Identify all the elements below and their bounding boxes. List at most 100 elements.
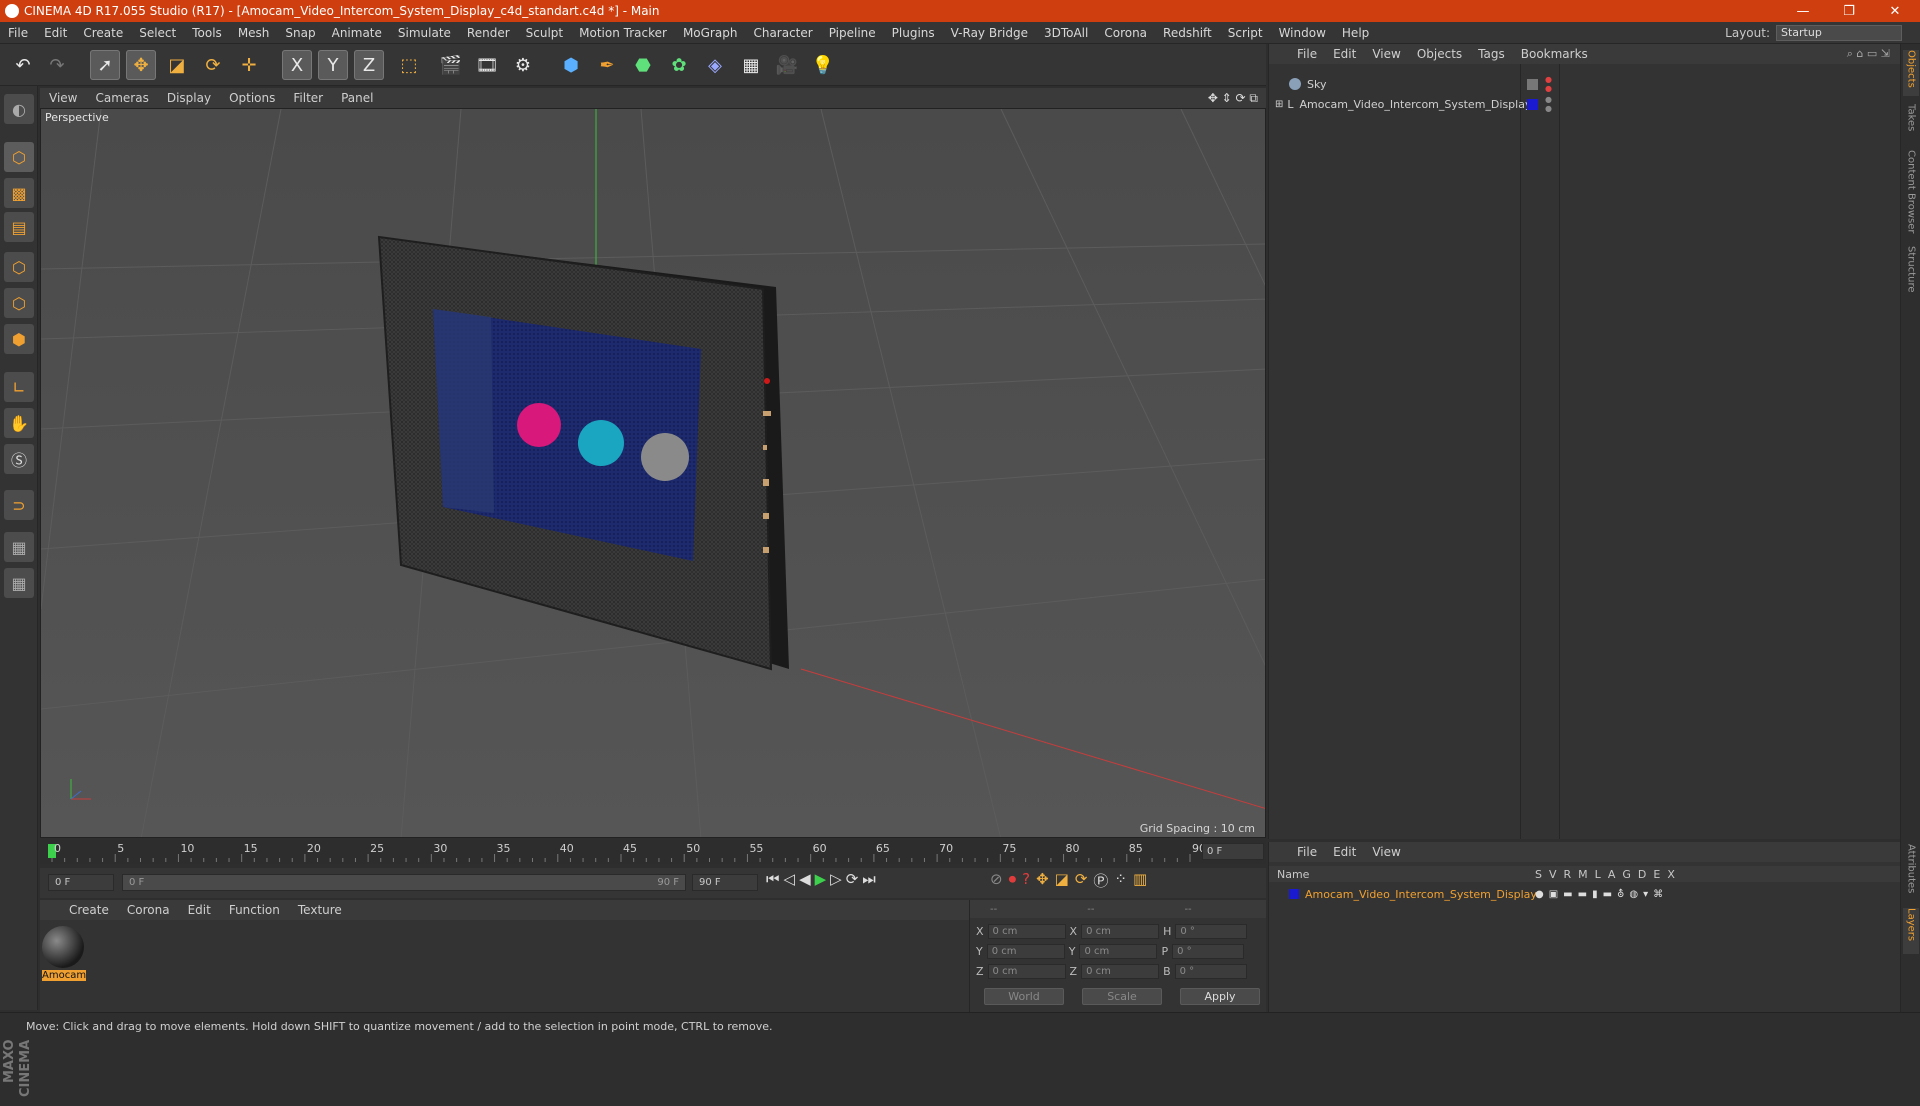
menu-sculpt[interactable]: Sculpt [518, 26, 571, 40]
go-to-start-icon[interactable]: ⏮ [766, 870, 780, 888]
material-swatch[interactable]: Amocam [42, 926, 86, 984]
menu-tools[interactable]: Tools [184, 26, 230, 40]
menu-animate[interactable]: Animate [324, 26, 390, 40]
sky-visibility-dots[interactable]: ● ● [1545, 75, 1552, 93]
previous-key-icon[interactable]: ◁ [784, 870, 796, 888]
deformer-icon[interactable]: ◈ [700, 50, 730, 80]
edit-render-settings-icon[interactable]: ⚙ [508, 50, 538, 80]
material-menu-corona[interactable]: Corona [118, 903, 179, 917]
model-mode-icon[interactable]: ◐ [4, 94, 34, 124]
rotation-b-field[interactable]: 0 ° [1174, 963, 1247, 979]
position-z-field[interactable]: 0 cm [987, 963, 1066, 979]
y-axis-icon[interactable]: Y [318, 50, 348, 80]
play-icon[interactable]: ▶ [815, 870, 827, 888]
select-icon[interactable]: ➚ [90, 50, 120, 80]
tweak-mode-icon[interactable]: ✋ [4, 408, 34, 438]
object-menu-edit[interactable]: Edit [1325, 47, 1364, 61]
layer-col-a[interactable]: A [1608, 868, 1616, 881]
polygons-mode-icon[interactable]: ⬢ [4, 324, 34, 354]
size-z-field[interactable]: 0 cm [1081, 963, 1160, 979]
layer-col-m[interactable]: M [1578, 868, 1588, 881]
layer-col-g[interactable]: G [1622, 868, 1631, 881]
menu-plugins[interactable]: Plugins [884, 26, 943, 40]
menu-window[interactable]: Window [1271, 26, 1334, 40]
camera-icon[interactable]: 🎥 [772, 50, 802, 80]
menu-snap[interactable]: Snap [277, 26, 323, 40]
object-row-sky[interactable]: Sky ● ● [1269, 74, 1552, 94]
layer-color-swatch[interactable] [1289, 889, 1299, 899]
start-frame-field[interactable]: 0 F [48, 874, 114, 891]
menu-pipeline[interactable]: Pipeline [821, 26, 884, 40]
menu-render[interactable]: Render [459, 26, 518, 40]
object-menu-view[interactable]: View [1364, 47, 1408, 61]
move-icon[interactable]: ✥ [126, 50, 156, 80]
timeline-window-icon[interactable]: ▥ [1133, 870, 1147, 891]
tab-attributes[interactable]: Attributes [1903, 844, 1919, 902]
coord-system-icon[interactable]: ⬚ [394, 50, 424, 80]
position-x-field[interactable]: 0 cm [987, 923, 1066, 939]
pen-icon[interactable]: ✒ [592, 50, 622, 80]
floor-icon[interactable]: ▦ [736, 50, 766, 80]
rotation-p-field[interactable]: 0 ° [1172, 943, 1245, 959]
object-mode-icon[interactable]: ⬡ [4, 142, 34, 172]
object-row-amocam[interactable]: ⊞ L Amocam_Video_Intercom_System_Display… [1269, 94, 1552, 114]
axis-mode-icon[interactable]: ∟ [4, 372, 34, 402]
expand-icon[interactable]: ⊞ [1275, 99, 1283, 110]
tab-layers[interactable]: Layers [1903, 908, 1919, 954]
scale-icon[interactable]: ◪ [162, 50, 192, 80]
layer-row[interactable]: Amocam_Video_Intercom_System_Display ●▣▬… [1269, 884, 1901, 904]
object-menu-file[interactable]: File [1289, 47, 1325, 61]
menu-create[interactable]: Create [75, 26, 131, 40]
object-menu-tags[interactable]: Tags [1470, 47, 1513, 61]
layer-menu-file[interactable]: File [1289, 845, 1325, 859]
object-visibility-dots[interactable]: ● ● [1545, 95, 1552, 113]
sky-tag-icon[interactable] [1527, 78, 1538, 90]
texture-mode-icon[interactable]: ▩ [4, 178, 34, 208]
object-manager-search-icon[interactable]: ⌕ ⌂ ▭ ⇲ [1847, 47, 1890, 61]
timeline-ruler[interactable]: 0 5 10 15 20 25 30 35 40 45 50 55 60 65 70 75 80 85 90 0 F [40, 840, 1266, 864]
subdivision-icon[interactable]: ⬣ [628, 50, 658, 80]
points-mode-icon[interactable]: ⬡ [4, 252, 34, 282]
layer-col-l[interactable]: L [1595, 868, 1601, 881]
menu-character[interactable]: Character [745, 26, 820, 40]
viewport-menu-display[interactable]: Display [158, 91, 220, 105]
size-x-field[interactable]: 0 cm [1081, 923, 1160, 939]
next-key-icon[interactable]: ⟳ [846, 870, 859, 888]
menu-mograph[interactable]: MoGraph [675, 26, 746, 40]
apply-button[interactable]: Apply [1180, 988, 1260, 1005]
material-menu-texture[interactable]: Texture [289, 903, 351, 917]
viewport-perspective[interactable]: Perspective Grid Spacing : 10 cm [40, 108, 1266, 838]
material-menu-function[interactable]: Function [220, 903, 289, 917]
redo-icon[interactable]: ↷ [42, 50, 72, 80]
scale-dropdown[interactable]: Scale [1082, 988, 1162, 1005]
viewport-nav-icons[interactable]: ✥ ⇕ ⟳ ⧉ [1208, 91, 1258, 106]
minimize-button[interactable]: — [1780, 0, 1826, 22]
autokey-icon[interactable]: ? [1022, 870, 1030, 891]
menu-simulate[interactable]: Simulate [390, 26, 459, 40]
layer-color-tag[interactable] [1527, 98, 1538, 110]
current-frame-field[interactable]: 0 F [1202, 843, 1264, 860]
object-menu-objects[interactable]: Objects [1409, 47, 1470, 61]
end-frame-field[interactable]: 90 F [692, 874, 758, 891]
key-scale-icon[interactable]: ◪ [1055, 870, 1069, 891]
position-y-field[interactable]: 0 cm [986, 943, 1065, 959]
menu-file[interactable]: File [0, 26, 36, 40]
menu-vray-bridge[interactable]: V-Ray Bridge [943, 26, 1036, 40]
material-menu-create[interactable]: Create [60, 903, 118, 917]
key-pla-icon[interactable]: ⁘ [1114, 870, 1127, 891]
next-frame-icon[interactable]: ▷ [830, 870, 842, 888]
lock-workplane-icon[interactable]: ▦ [4, 532, 34, 562]
layer-col-s[interactable]: S [1535, 868, 1542, 881]
menu-redshift[interactable]: Redshift [1155, 26, 1220, 40]
motion-recording-icon[interactable]: ⊘ [990, 870, 1003, 891]
menu-3dtoall[interactable]: 3DToAll [1036, 26, 1096, 40]
viewport-menu-view[interactable]: View [40, 91, 86, 105]
workplane-icon[interactable]: ▤ [4, 212, 34, 242]
go-to-end-icon[interactable]: ⏭ [862, 870, 876, 888]
render-view-icon[interactable]: 🎬 [436, 50, 466, 80]
viewport-menu-panel[interactable]: Panel [332, 91, 382, 105]
close-button[interactable]: ✕ [1872, 0, 1918, 22]
layer-menu-edit[interactable]: Edit [1325, 845, 1364, 859]
array-icon[interactable]: ✿ [664, 50, 694, 80]
edges-mode-icon[interactable]: ⬡ [4, 288, 34, 318]
